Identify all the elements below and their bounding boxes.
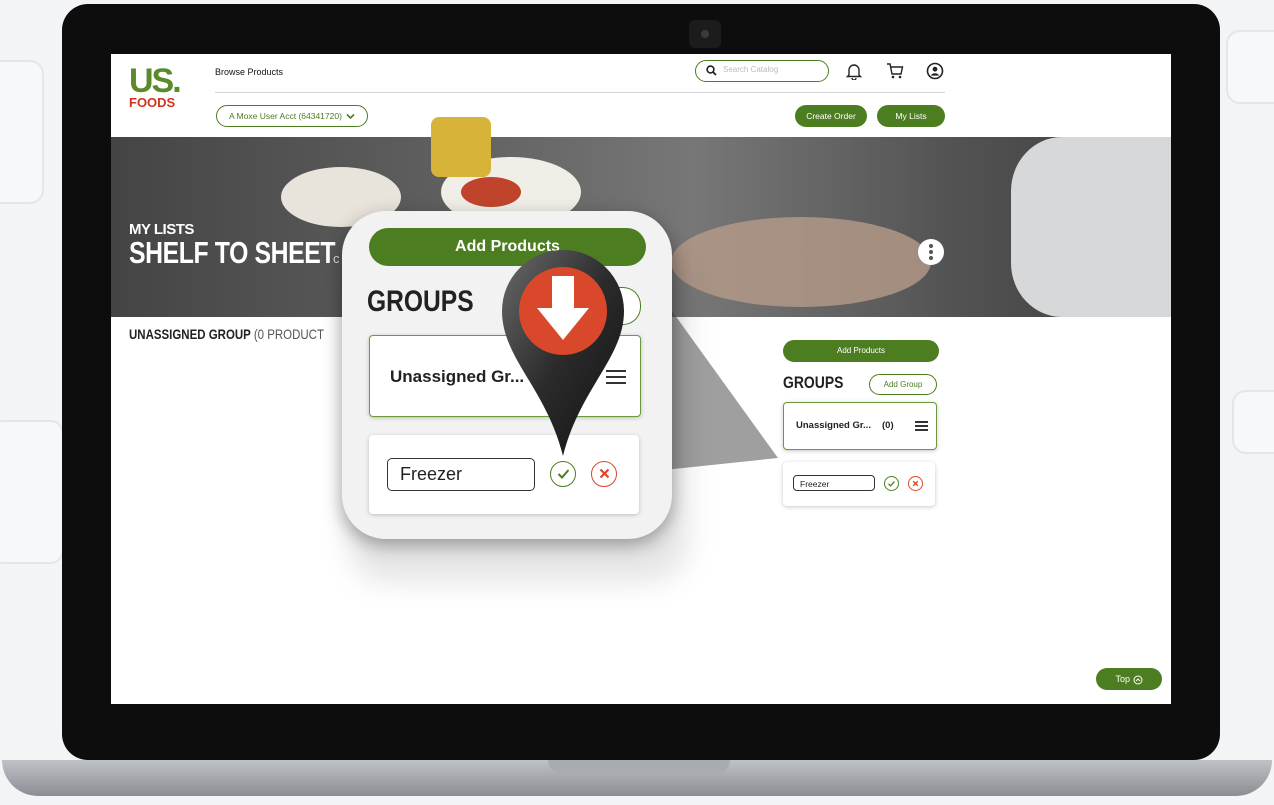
zoom-check-icon[interactable]: [550, 461, 576, 487]
zoom-new-group-input[interactable]: Freezer: [387, 458, 535, 491]
zoom-cancel-icon[interactable]: [591, 461, 617, 487]
zoom-new-group-value: Freezer: [400, 464, 463, 484]
zoom-groups-heading: GROUPS: [367, 285, 474, 318]
download-pin-icon: [502, 250, 624, 456]
